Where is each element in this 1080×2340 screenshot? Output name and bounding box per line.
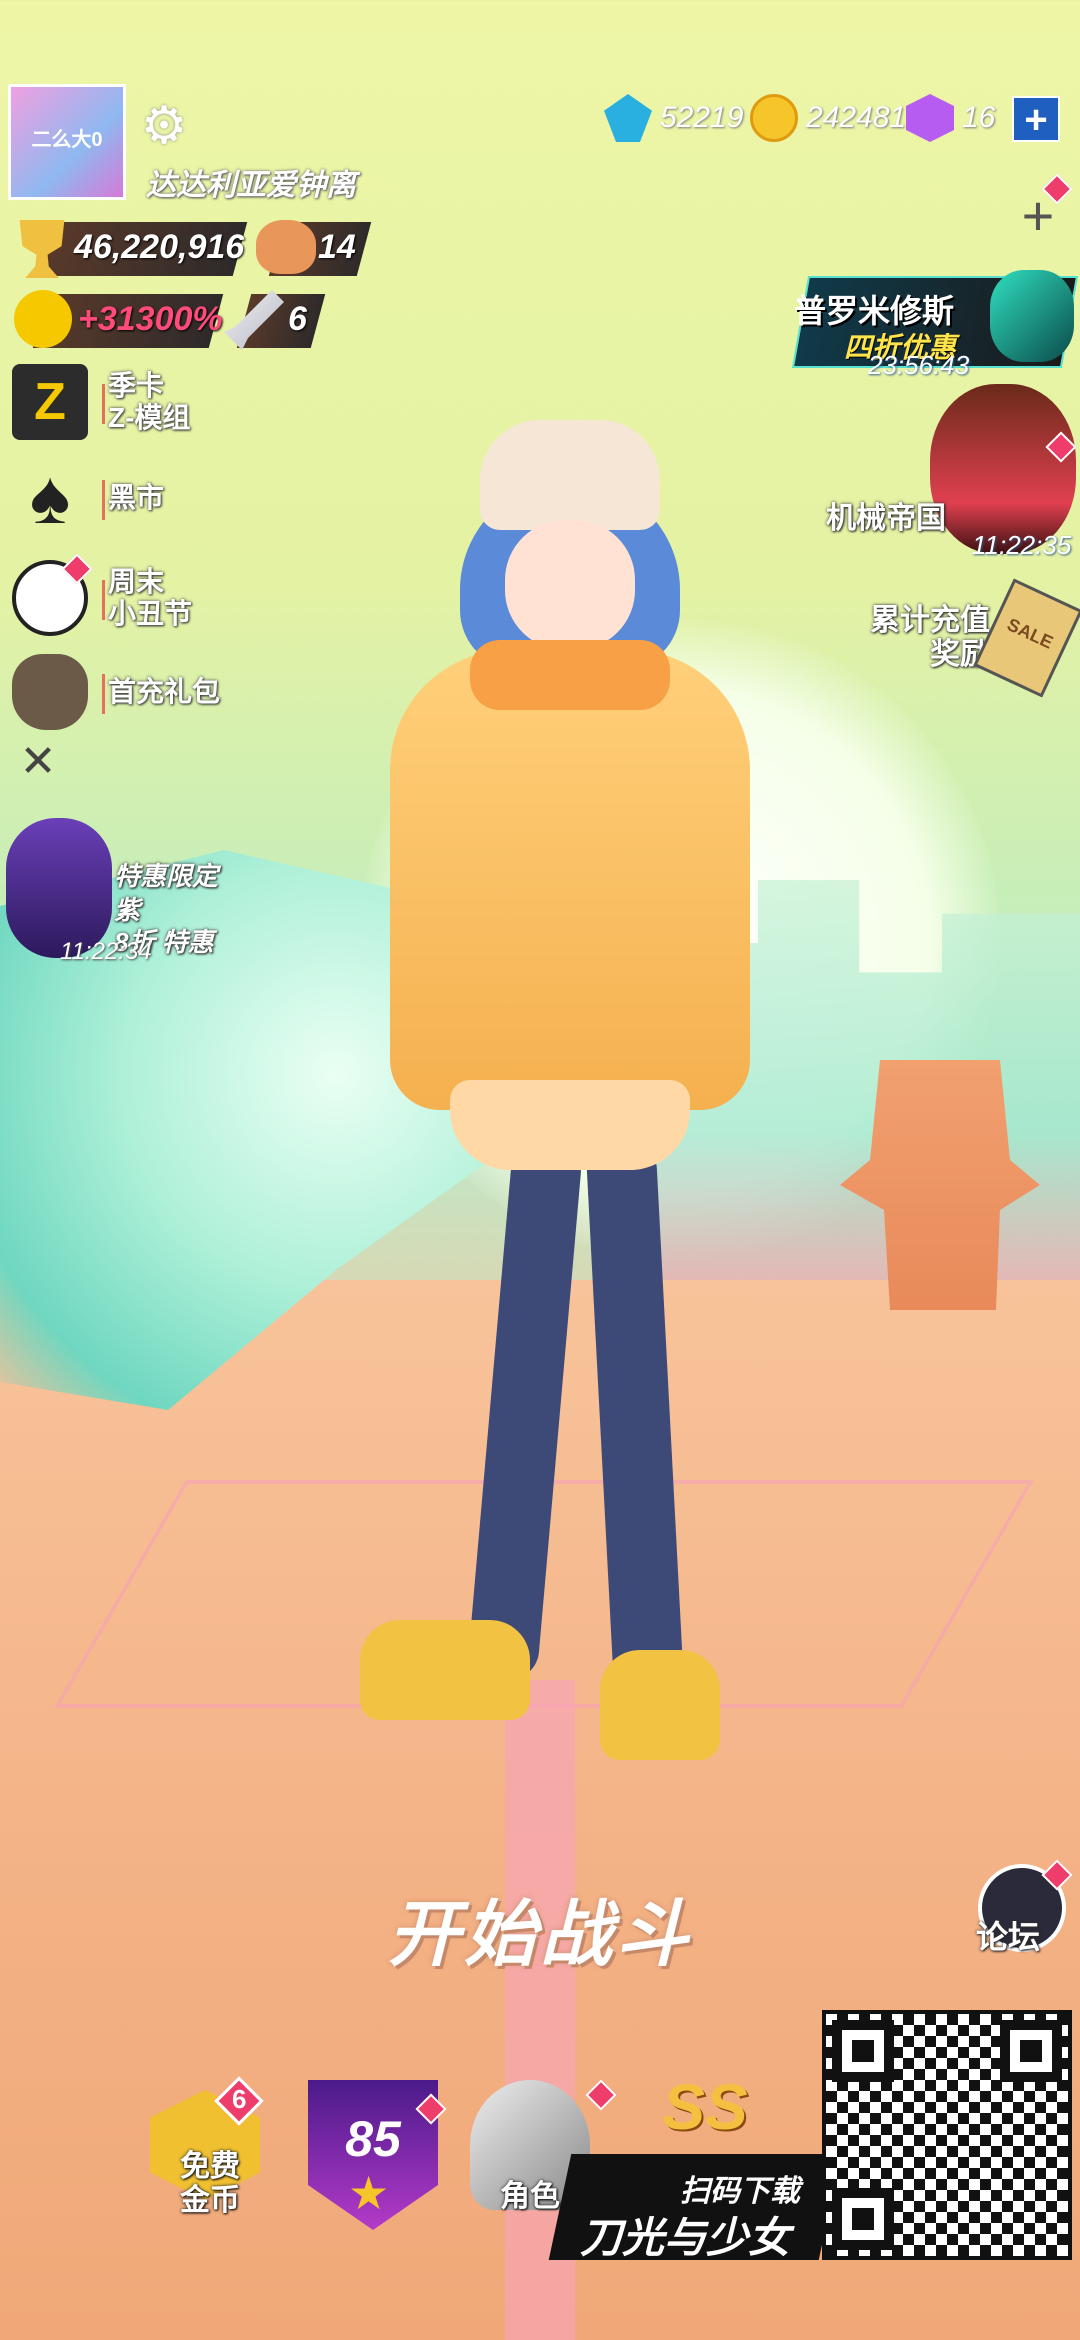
sale-tag-icon: SALE (973, 578, 1080, 698)
event-recharge[interactable]: 累计充值 奖励 (840, 604, 990, 672)
event-mech-timer: 11:22:35 (972, 530, 1072, 560)
player-avatar[interactable]: 二么大0 (8, 84, 126, 200)
cube-icon (906, 94, 954, 142)
promo-line1: 特惠限定 (114, 861, 219, 891)
player-level: 85 (345, 2111, 401, 2167)
character-coat (390, 650, 750, 1110)
character-leg (585, 1138, 685, 1702)
character-shoe (600, 1650, 720, 1760)
robot-head-icon (990, 270, 1074, 362)
player-character[interactable] (330, 420, 780, 1760)
currency-diamonds[interactable]: 52219 (604, 92, 743, 144)
z-module-icon: Z (12, 364, 88, 440)
event-mech-title: 机械帝国 (826, 502, 946, 535)
coin-count: 242481 (806, 101, 907, 134)
forum-label: 论坛 (976, 1919, 1041, 1955)
character-face (505, 520, 635, 650)
qr-finder (832, 2188, 894, 2250)
bonus-percent: +31300% (78, 300, 223, 338)
event-prometheus-timer: 23:56:43 (868, 350, 970, 380)
bear-count: 14 (318, 228, 356, 266)
free-gold-label: 免费 金币 (180, 2150, 240, 2217)
menu-label: 首充礼包 (108, 676, 221, 707)
character-skirt (450, 1080, 690, 1170)
divider (102, 384, 105, 424)
currency-coins[interactable]: 242481 (750, 92, 906, 144)
free-gold-badge-count: 6 (232, 2084, 247, 2114)
qr-finder (1000, 2020, 1062, 2082)
avatar-text: 二么大0 (31, 129, 103, 151)
menu-label: 周末 小丑节 (108, 566, 193, 629)
character-shoe (360, 1620, 530, 1720)
settings-gear-icon[interactable]: ⚙ (134, 96, 194, 156)
add-currency-button[interactable]: + (1012, 96, 1060, 142)
username: 达达利亚爱钟离 (146, 169, 356, 202)
download-game-title: 刀光与少女 (580, 2214, 791, 2261)
role-label: 角色 (500, 2180, 560, 2213)
character-hat (480, 420, 660, 530)
start-battle-button[interactable]: 开始战斗 (340, 1880, 740, 1990)
diamond-icon (604, 94, 652, 142)
trophy-count: 46,220,916 (74, 228, 245, 266)
character-scarf (470, 640, 670, 710)
qr-finder (832, 2020, 894, 2082)
gift-bag-icon (12, 654, 88, 730)
mech-empire-avatar[interactable] (930, 384, 1076, 554)
menu-label: 黑市 (108, 482, 165, 513)
divider (102, 480, 105, 520)
qr-code[interactable] (822, 2010, 1072, 2260)
divider (102, 674, 105, 714)
promo-timer: 11:22:34 (60, 938, 152, 965)
coin-icon (750, 94, 798, 142)
close-menu-icon[interactable]: ✕ (16, 740, 60, 784)
menu-label: 季卡 Z-模组 (108, 370, 191, 433)
divider (102, 580, 105, 620)
character-leg (466, 1137, 584, 1683)
star-icon: ★ (348, 2167, 390, 2219)
diamond-count: 52219 (660, 101, 744, 134)
promo-character-avatar[interactable] (6, 818, 112, 958)
spade-icon: ♠ (29, 455, 71, 540)
currency-cubes[interactable]: 16 (906, 92, 995, 144)
sword-count: 6 (288, 300, 307, 338)
cube-count: 16 (962, 101, 996, 134)
laugh-face-icon (14, 290, 72, 348)
bear-icon (256, 220, 316, 274)
